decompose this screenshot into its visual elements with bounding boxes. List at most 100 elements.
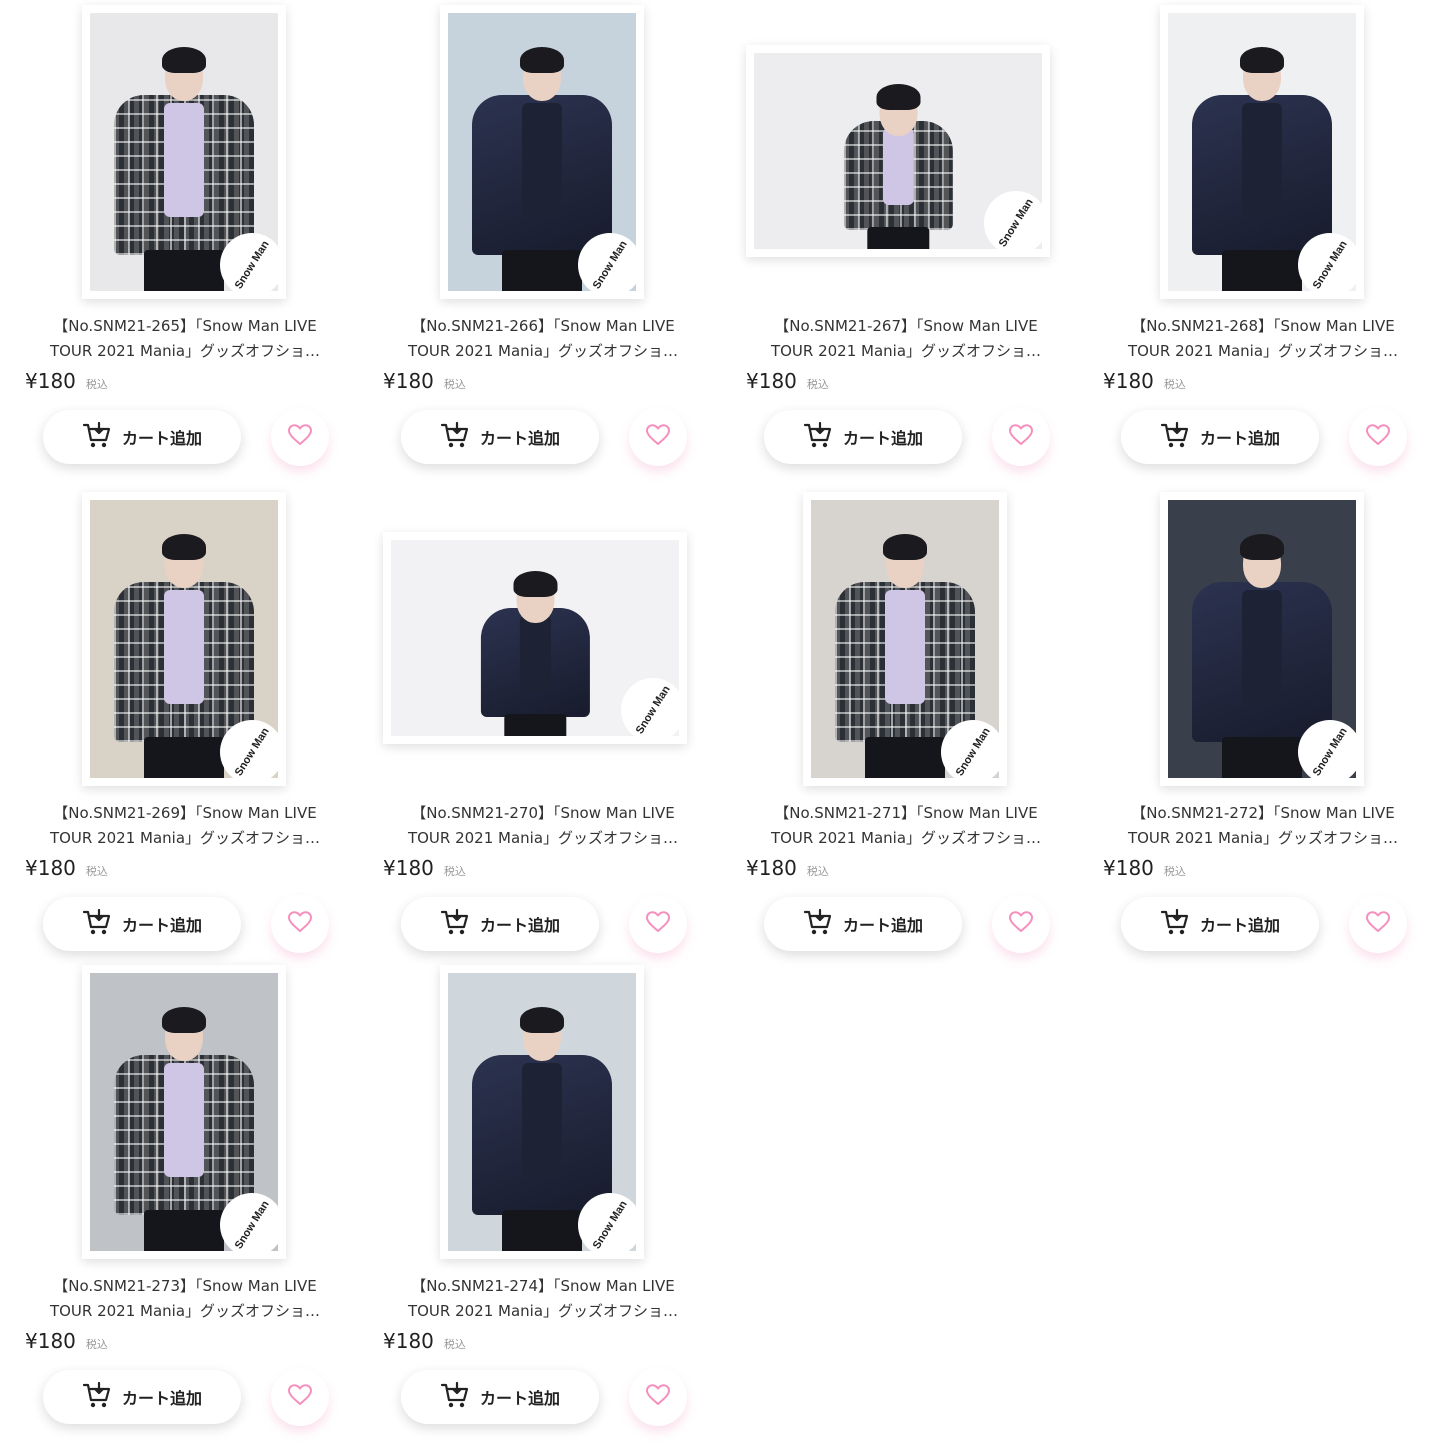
add-to-cart-button[interactable]: カート追加 [1121, 410, 1319, 464]
price-row: ¥180 税込 [383, 369, 466, 393]
add-to-cart-button[interactable]: カート追加 [401, 1370, 599, 1424]
snow-man-logo: Snow Man [621, 678, 679, 736]
cart-add-icon [82, 421, 112, 453]
cart-add-icon [440, 421, 470, 453]
favorite-button[interactable] [1349, 895, 1407, 953]
heart-outline-icon [645, 1383, 671, 1412]
product-title-line-1: 【No.SNM21-266】「Snow Man LIVE [411, 317, 675, 335]
favorite-button[interactable] [992, 408, 1050, 466]
add-to-cart-button[interactable]: カート追加 [764, 410, 962, 464]
product-price: ¥180 [383, 369, 434, 393]
add-to-cart-button[interactable]: カート追加 [401, 410, 599, 464]
product-title-line-1: 【No.SNM21-272】「Snow Man LIVE [1131, 804, 1395, 822]
price-row: ¥180 税込 [1103, 856, 1186, 880]
favorite-button[interactable] [629, 1368, 687, 1426]
tax-included-label: 税込 [443, 379, 466, 391]
heart-outline-icon [1008, 910, 1034, 939]
product-title[interactable]: 【No.SNM21-268】「Snow Man LIVE TOUR 2021 Ma… [1103, 314, 1423, 364]
product-photo-frame[interactable]: Snow Man [82, 492, 286, 786]
product-photo[interactable]: Snow Man [1168, 13, 1356, 291]
product-title[interactable]: 【No.SNM21-269】「Snow Man LIVE TOUR 2021 Ma… [25, 801, 345, 851]
favorite-button[interactable] [992, 895, 1050, 953]
product-title[interactable]: 【No.SNM21-265】「Snow Man LIVE TOUR 2021 Ma… [25, 314, 345, 364]
model-figure [840, 73, 957, 249]
product-photo-frame[interactable]: Snow Man [82, 5, 286, 299]
model-figure [477, 560, 594, 736]
product-title-line-2: TOUR 2021 Mania」グッズオフショ… [407, 829, 679, 847]
product-photo-frame[interactable]: Snow Man [1160, 492, 1364, 786]
product-card: Snow Man 【No.SNM21-270】「Snow Man LIVE TOUR… [383, 492, 723, 972]
product-photo[interactable]: Snow Man [90, 500, 278, 778]
tax-included-label: 税込 [85, 866, 108, 878]
heart-outline-icon [287, 910, 313, 939]
heart-outline-icon [1365, 910, 1391, 939]
product-photo[interactable]: Snow Man [90, 973, 278, 1251]
snow-man-logo: Snow Man [578, 233, 636, 291]
snow-man-logo: Snow Man [220, 1193, 278, 1251]
product-photo[interactable]: Snow Man [448, 973, 636, 1251]
product-card: Snow Man 【No.SNM21-266】「Snow Man LIVE TOUR… [383, 5, 723, 485]
product-price: ¥180 [746, 856, 797, 880]
favorite-button[interactable] [271, 408, 329, 466]
product-photo-frame[interactable]: Snow Man [82, 965, 286, 1259]
favorite-button[interactable] [271, 895, 329, 953]
product-photo[interactable]: Snow Man [90, 13, 278, 291]
add-to-cart-label: カート追加 [1199, 916, 1280, 935]
heart-outline-icon [287, 1383, 313, 1412]
product-price: ¥180 [25, 1329, 76, 1353]
product-photo[interactable]: Snow Man [391, 540, 679, 736]
snow-man-logo: Snow Man [220, 720, 278, 778]
product-photo-frame[interactable]: Snow Man [803, 492, 1007, 786]
product-title[interactable]: 【No.SNM21-266】「Snow Man LIVE TOUR 2021 Ma… [383, 314, 703, 364]
tax-included-label: 税込 [806, 379, 829, 391]
add-to-cart-button[interactable]: カート追加 [764, 897, 962, 951]
tax-included-label: 税込 [85, 1339, 108, 1351]
product-photo-frame[interactable]: Snow Man [1160, 5, 1364, 299]
product-title[interactable]: 【No.SNM21-267】「Snow Man LIVE TOUR 2021 Ma… [746, 314, 1066, 364]
product-photo[interactable]: Snow Man [811, 500, 999, 778]
heart-outline-icon [645, 910, 671, 939]
product-card: Snow Man 【No.SNM21-272】「Snow Man LIVE TOUR… [1103, 492, 1440, 972]
product-title[interactable]: 【No.SNM21-270】「Snow Man LIVE TOUR 2021 Ma… [383, 801, 703, 851]
favorite-button[interactable] [1349, 408, 1407, 466]
product-photo[interactable]: Snow Man [1168, 500, 1356, 778]
product-card: Snow Man 【No.SNM21-268】「Snow Man LIVE TOUR… [1103, 5, 1440, 485]
product-title-line-2: TOUR 2021 Mania」グッズオフショ… [1127, 342, 1399, 360]
add-to-cart-label: カート追加 [479, 916, 560, 935]
product-photo[interactable]: Snow Man [448, 13, 636, 291]
add-to-cart-button[interactable]: カート追加 [43, 897, 241, 951]
add-to-cart-button[interactable]: カート追加 [401, 897, 599, 951]
product-photo-frame[interactable]: Snow Man [383, 532, 687, 744]
product-title-line-1: 【No.SNM21-274】「Snow Man LIVE [411, 1277, 675, 1295]
product-title[interactable]: 【No.SNM21-272】「Snow Man LIVE TOUR 2021 Ma… [1103, 801, 1423, 851]
product-card: Snow Man 【No.SNM21-273】「Snow Man LIVE TOUR… [25, 965, 365, 1445]
product-price: ¥180 [1103, 369, 1154, 393]
product-title[interactable]: 【No.SNM21-273】「Snow Man LIVE TOUR 2021 Ma… [25, 1274, 345, 1324]
add-to-cart-button[interactable]: カート追加 [43, 1370, 241, 1424]
price-row: ¥180 税込 [383, 1329, 466, 1353]
price-row: ¥180 税込 [25, 1329, 108, 1353]
add-to-cart-button[interactable]: カート追加 [43, 410, 241, 464]
price-row: ¥180 税込 [746, 369, 829, 393]
product-title[interactable]: 【No.SNM21-274】「Snow Man LIVE TOUR 2021 Ma… [383, 1274, 703, 1324]
cart-add-icon [82, 908, 112, 940]
product-price: ¥180 [25, 856, 76, 880]
add-to-cart-button[interactable]: カート追加 [1121, 897, 1319, 951]
price-row: ¥180 税込 [383, 856, 466, 880]
snow-man-logo: Snow Man [1298, 720, 1356, 778]
product-title-line-2: TOUR 2021 Mania」グッズオフショ… [49, 342, 321, 360]
favorite-button[interactable] [629, 895, 687, 953]
product-price: ¥180 [383, 856, 434, 880]
tax-included-label: 税込 [806, 866, 829, 878]
product-photo-frame[interactable]: Snow Man [746, 45, 1050, 257]
product-photo-frame[interactable]: Snow Man [440, 965, 644, 1259]
favorite-button[interactable] [629, 408, 687, 466]
product-photo-frame[interactable]: Snow Man [440, 5, 644, 299]
favorite-button[interactable] [271, 1368, 329, 1426]
heart-outline-icon [1008, 423, 1034, 452]
product-title-line-2: TOUR 2021 Mania」グッズオフショ… [1127, 829, 1399, 847]
product-card: Snow Man 【No.SNM21-274】「Snow Man LIVE TOUR… [383, 965, 723, 1445]
heart-outline-icon [1365, 423, 1391, 452]
product-title[interactable]: 【No.SNM21-271】「Snow Man LIVE TOUR 2021 Ma… [746, 801, 1066, 851]
product-photo[interactable]: Snow Man [754, 53, 1042, 249]
